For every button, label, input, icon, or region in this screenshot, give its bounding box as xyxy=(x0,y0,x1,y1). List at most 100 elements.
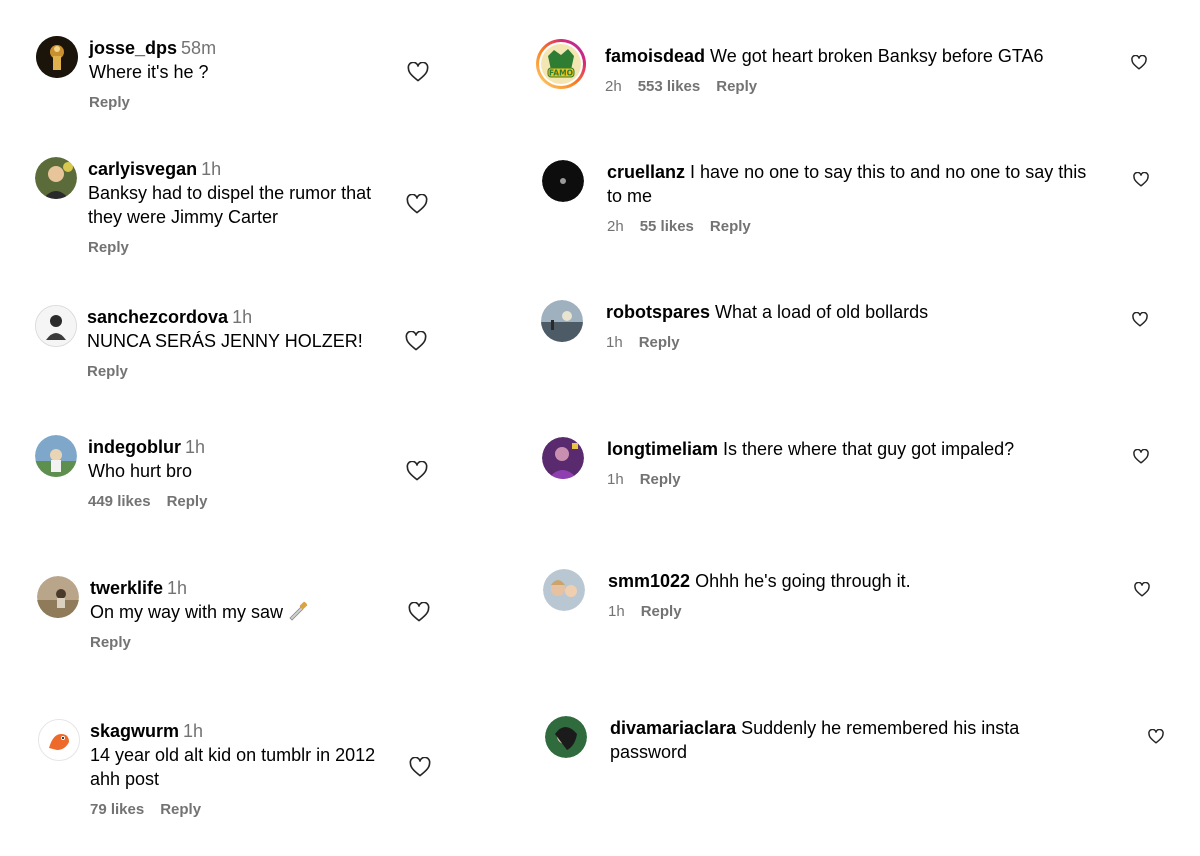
likes-count[interactable]: 449 likes xyxy=(88,493,151,510)
reply-button[interactable]: Reply xyxy=(160,801,201,818)
comment-header: smm1022 Ohhh he's going through it. xyxy=(608,569,1128,593)
likes-count[interactable]: 553 likes xyxy=(638,78,701,95)
like-heart-icon[interactable] xyxy=(1133,172,1149,187)
username[interactable]: carlyisvegan xyxy=(88,159,197,179)
username[interactable]: indegoblur xyxy=(88,437,181,457)
avatar-image xyxy=(36,36,78,78)
comment-text-line: to me xyxy=(607,186,653,206)
like-heart-icon[interactable] xyxy=(406,194,428,214)
comment-age: 1h xyxy=(183,721,204,741)
comment-text-line: Banksy had to dispel the rumor that xyxy=(88,183,372,203)
comment-age: 1h xyxy=(608,603,625,620)
reply-button[interactable]: Reply xyxy=(639,334,680,351)
comment-age: 1h xyxy=(167,578,188,598)
avatar[interactable] xyxy=(35,435,77,477)
username[interactable]: josse_dps xyxy=(89,38,177,58)
comment-header: cruellanz I have no one to say this to an… xyxy=(607,160,1127,184)
reply-button[interactable]: Reply xyxy=(640,471,681,488)
username[interactable]: smm1022 xyxy=(608,571,690,591)
comment-text-line: ahh post xyxy=(90,769,160,789)
like-heart-icon[interactable] xyxy=(1148,729,1164,744)
avatar-image xyxy=(36,306,76,346)
like-heart-icon[interactable] xyxy=(1131,55,1147,70)
reply-button[interactable]: Reply xyxy=(641,603,682,620)
comment-header: divamariaclara Suddenly he remembered his… xyxy=(610,716,1130,740)
avatar[interactable] xyxy=(35,157,77,199)
reply-button[interactable]: Reply xyxy=(716,78,757,95)
comment-header: skagwurm 1h xyxy=(90,719,430,743)
reply-button[interactable]: Reply xyxy=(87,363,128,380)
avatar-image xyxy=(542,160,584,202)
comment-header: indegoblur 1h xyxy=(88,435,428,459)
comment-header: sanchezcordova 1h xyxy=(87,305,427,329)
like-heart-icon[interactable] xyxy=(409,757,431,777)
comment-meta: 1h Reply xyxy=(608,602,1128,622)
comment-body: sanchezcordova 1h NUNCA SERÁS JENNY HOLZE… xyxy=(87,305,427,382)
comment-header: longtimeliam Is there where that guy got … xyxy=(607,437,1127,461)
like-heart-icon[interactable] xyxy=(406,461,428,481)
avatar[interactable] xyxy=(543,569,585,611)
comment-text: Is there where that guy got impaled? xyxy=(723,439,1015,459)
like-heart-icon[interactable] xyxy=(408,602,430,622)
comment-header: josse_dps 58m xyxy=(89,36,429,60)
comment-text: What a load of old bollards xyxy=(715,302,929,322)
username[interactable]: famoisdead xyxy=(605,46,705,66)
avatar-image xyxy=(545,716,587,758)
username[interactable]: sanchezcordova xyxy=(87,307,228,327)
famo-badge-text: FAMO xyxy=(549,69,573,78)
like-heart-icon[interactable] xyxy=(407,62,429,82)
username[interactable]: robotspares xyxy=(606,302,710,322)
avatar[interactable]: FAMO xyxy=(535,38,587,90)
avatar[interactable] xyxy=(36,36,78,78)
like-heart-icon[interactable] xyxy=(405,331,427,351)
comment-text: On my way with my saw xyxy=(90,602,284,622)
username[interactable]: twerklife xyxy=(90,578,163,598)
likes-count[interactable]: 55 likes xyxy=(640,218,694,235)
comment-meta: Reply xyxy=(89,93,429,113)
username[interactable]: skagwurm xyxy=(90,721,179,741)
avatar-image xyxy=(543,569,585,611)
comment-text-line: they were Jimmy Carter xyxy=(88,207,279,227)
comment-text-line: Suddenly he remembered his insta xyxy=(741,718,1020,738)
comment-text: We got heart broken Banksy before GTA6 xyxy=(710,46,1044,66)
comment-header: carlyisvegan 1h xyxy=(88,157,428,181)
avatar[interactable] xyxy=(541,300,583,342)
comment-age: 1h xyxy=(232,307,253,327)
avatar-image xyxy=(542,437,584,479)
likes-count[interactable]: 79 likes xyxy=(90,801,144,818)
comment-meta: 2h 55 likes Reply xyxy=(607,217,1127,237)
comment-age: 1h xyxy=(201,159,222,179)
avatar[interactable] xyxy=(38,719,80,761)
like-heart-icon[interactable] xyxy=(1134,582,1150,597)
username[interactable]: cruellanz xyxy=(607,162,685,182)
comment-header: famoisdead We got heart broken Banksy bef… xyxy=(605,44,1125,68)
like-heart-icon[interactable] xyxy=(1133,449,1149,464)
username[interactable]: longtimeliam xyxy=(607,439,718,459)
comment-body: smm1022 Ohhh he's going through it. 1h Rep… xyxy=(608,569,1128,622)
avatar-image xyxy=(39,720,79,760)
reply-button[interactable]: Reply xyxy=(88,239,129,256)
comment-text-line: 14 year old alt kid on tumblr in 2012 xyxy=(90,745,376,765)
comment-body: divamariaclara Suddenly he remembered his… xyxy=(610,716,1130,764)
comment-age: 1h xyxy=(607,471,624,488)
comment-meta: Reply xyxy=(88,238,428,258)
comment-meta: 1h Reply xyxy=(606,333,1126,353)
comment-meta: 1h Reply xyxy=(607,470,1127,490)
reply-button[interactable]: Reply xyxy=(89,94,130,111)
comment-text: Who hurt bro xyxy=(88,461,193,481)
avatar[interactable] xyxy=(37,576,79,618)
reply-button[interactable]: Reply xyxy=(167,493,208,510)
avatar[interactable] xyxy=(542,437,584,479)
username[interactable]: divamariaclara xyxy=(610,718,736,738)
reply-button[interactable]: Reply xyxy=(710,218,751,235)
comment-text-line: I have no one to say this to and no one … xyxy=(690,162,1087,182)
avatar[interactable] xyxy=(545,716,587,758)
comment-meta: Reply xyxy=(90,633,430,653)
avatar[interactable] xyxy=(542,160,584,202)
reply-button[interactable]: Reply xyxy=(90,634,131,651)
avatar-image xyxy=(37,576,79,618)
like-heart-icon[interactable] xyxy=(1132,312,1148,327)
comment-body: carlyisvegan 1h Banksy had to dispel the … xyxy=(88,157,428,258)
avatar[interactable] xyxy=(35,305,77,347)
comment-age: 1h xyxy=(606,334,623,351)
